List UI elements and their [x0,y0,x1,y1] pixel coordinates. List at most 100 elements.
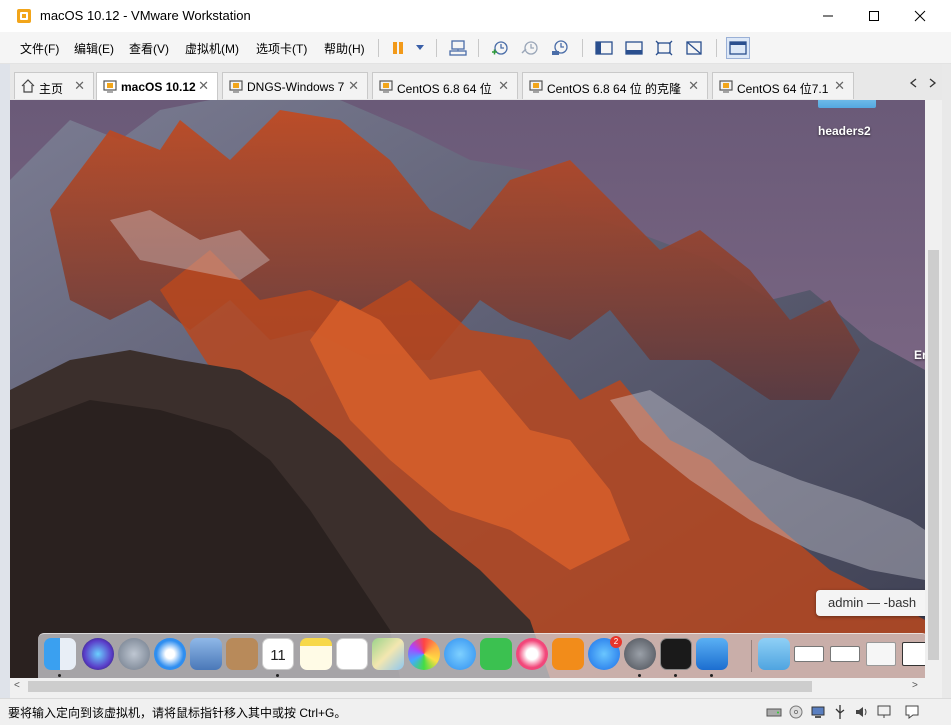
close-icon[interactable]: ✕ [834,79,845,93]
single-view-button[interactable] [624,39,644,57]
toolbar-separator [478,39,479,57]
terminal-icon[interactable] [660,638,692,670]
calendar-icon[interactable]: 11 [262,638,294,670]
horizontal-scroll-thumb[interactable] [28,681,812,692]
close-icon[interactable]: ✕ [198,79,209,93]
siri-icon[interactable] [82,638,114,670]
menu-tabs[interactable]: 选项卡(T) [256,40,307,57]
finder-icon[interactable] [44,638,76,670]
tab-label: macOS 10.12 [121,80,196,94]
display-icon[interactable] [876,704,892,720]
app-store-badge: 2 [610,636,622,648]
home-icon [21,79,35,93]
fit-guest-button[interactable] [654,39,674,57]
take-snapshot-button[interactable] [490,39,510,57]
minimize-icon [823,15,833,17]
snapshot-manager-button[interactable] [550,39,570,57]
sound-icon[interactable] [854,704,870,720]
tab-dngs-windows7[interactable]: DNGS-Windows 7 ✕ [222,72,368,99]
message-log-icon[interactable] [904,704,920,720]
vm-tab-strip: 主页 ✕ macOS 10.12 ✕ DNGS-Windows 7 ✕ Cent… [10,64,942,100]
tab-centos71[interactable]: CentOS 64 位7.1 ✕ [712,72,854,99]
tab-centos68[interactable]: CentOS 6.8 64 位 ✕ [372,72,518,99]
close-window-button[interactable] [897,0,943,32]
close-icon[interactable]: ✕ [688,79,699,93]
library-view-button[interactable] [594,39,614,57]
running-indicator [638,674,641,677]
menu-help[interactable]: 帮助(H) [324,40,365,57]
toolbar-separator [716,39,717,57]
close-icon[interactable]: ✕ [74,79,85,93]
close-icon[interactable]: ✕ [498,79,509,93]
notes-icon[interactable] [300,638,332,670]
menu-view[interactable]: 查看(V) [129,40,169,57]
tab-label: CentOS 6.8 64 位 [397,82,492,96]
close-icon[interactable]: ✕ [348,79,359,93]
network-icon[interactable] [810,704,826,720]
hard-disk-icon[interactable] [766,704,782,720]
system-preferences-icon[interactable] [624,638,656,670]
safari-icon[interactable] [154,638,186,670]
tab-label: 主页 [39,82,64,96]
running-indicator [276,674,279,677]
running-indicator [710,674,713,677]
send-ctrl-alt-del-button[interactable] [448,39,468,57]
desktop-item-label[interactable]: headers2 [818,124,871,138]
running-indicator [58,674,61,677]
vm-icon [719,80,733,93]
messages-icon[interactable] [444,638,476,670]
minimize-button[interactable] [805,0,851,32]
scroll-left-arrow-icon[interactable]: < [14,680,20,691]
menu-file[interactable]: 文件(F) [20,40,59,57]
vertical-scroll-thumb[interactable] [928,250,939,660]
maximize-icon [869,11,879,21]
launchpad-icon[interactable] [118,638,150,670]
host-desktop-strip [0,64,10,700]
tab-scroll-right-icon[interactable] [926,78,938,88]
minimized-window-thumbnail[interactable] [902,642,925,666]
menu-vm[interactable]: 虚拟机(M) [185,40,239,57]
minimized-window-thumbnail[interactable] [830,646,860,662]
tab-scroll-left-icon[interactable] [908,78,920,88]
send-ctrl-alt-del-icon [449,40,467,56]
usb-icon[interactable] [832,704,848,720]
unity-button[interactable] [684,39,704,57]
fullscreen-icon [729,41,747,55]
vmware-app-icon [17,9,31,23]
vm-display[interactable]: headers2 Er admin — -bash 11 2 [10,100,925,678]
pause-button[interactable] [388,39,408,57]
vertical-scrollbar[interactable] [925,100,942,678]
menu-edit[interactable]: 编辑(E) [74,40,114,57]
running-indicator [674,674,677,677]
tab-label: DNGS-Windows 7 [247,80,345,94]
cd-dvd-icon[interactable] [788,704,804,720]
tab-centos68-clone[interactable]: CentOS 6.8 64 位 的克隆 ✕ [522,72,708,99]
desktop-folder-icon[interactable] [818,100,876,108]
close-icon [914,10,926,22]
library-view-icon [595,41,613,55]
horizontal-scrollbar[interactable]: < > [10,678,925,695]
folder-icon[interactable] [758,638,790,670]
sierra-wallpaper [10,100,925,678]
maximize-button[interactable] [851,0,897,32]
fullscreen-button[interactable] [726,37,750,59]
title-bar[interactable]: macOS 10.12 - VMware Workstation [0,0,951,32]
tab-home[interactable]: 主页 ✕ [14,72,94,99]
xcode-icon[interactable] [696,638,728,670]
scroll-right-arrow-icon[interactable]: > [912,680,918,691]
ibooks-icon[interactable] [552,638,584,670]
maps-icon[interactable] [372,638,404,670]
itunes-icon[interactable] [516,638,548,670]
facetime-icon[interactable] [480,638,512,670]
photos-icon[interactable] [408,638,440,670]
desktop-item-label-partial[interactable]: Er [914,348,925,362]
contacts-icon[interactable] [226,638,258,670]
pause-dropdown-caret[interactable] [416,45,424,50]
reminders-icon[interactable] [336,638,368,670]
revert-snapshot-button[interactable] [520,39,540,57]
tab-macos[interactable]: macOS 10.12 ✕ [96,72,218,100]
minimized-window-thumbnail[interactable] [866,642,896,666]
mail-icon[interactable] [190,638,222,670]
minimized-window-thumbnail[interactable] [794,646,824,662]
terminal-window-tooltip: admin — -bash [816,590,925,616]
